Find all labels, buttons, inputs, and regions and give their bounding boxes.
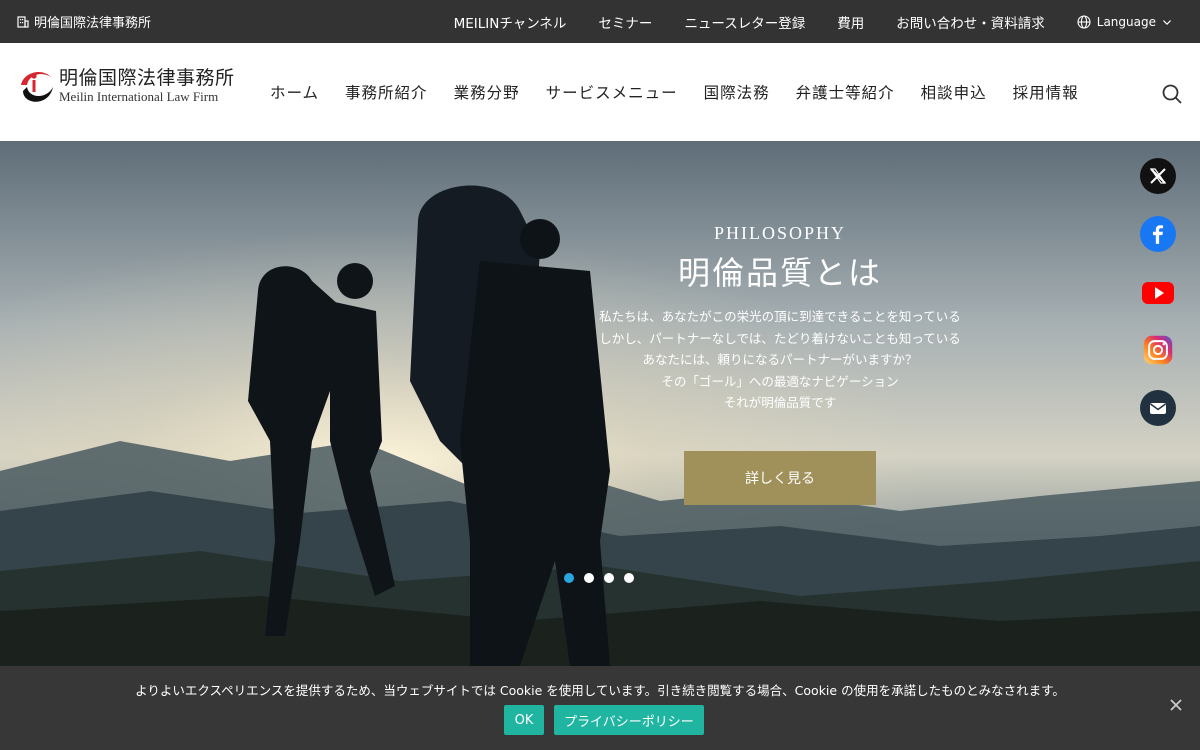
chevron-down-icon [1163,19,1171,25]
topbar-firm[interactable]: 明倫国際法律事務所 [17,12,151,31]
cookie-buttons: OK プライバシーポリシー [504,705,704,735]
language-label: Language [1096,14,1156,29]
logo-name-en: Meilin International Law Firm [59,89,219,104]
topbar-link-newsletter[interactable]: ニュースレター登録 [684,12,805,32]
globe-icon [1077,14,1091,29]
hero-body-line: その「ゴール」への最適なナビゲーション [661,373,899,389]
hero-title: 明倫品質とは [677,254,882,292]
hero-slider: PHILOSOPHY 明倫品質とは 私たちは、あなたがこの栄光の頂に到達できるこ… [0,141,1200,666]
privacy-policy-button[interactable]: プライバシーポリシー [554,705,704,735]
nav-item-international[interactable]: 国際法務 [704,81,770,103]
nav-item-consultation[interactable]: 相談申込 [921,81,987,103]
main-nav: ホーム 事務所紹介 業務分野 サービスメニュー 国際法務 弁護士等紹介 相談申込… [270,43,1105,141]
hero-eyebrow: PHILOSOPHY [713,223,847,243]
slider-dot[interactable] [624,573,634,583]
cookie-banner: よりよいエクスペリエンスを提供するため、当ウェブサイトでは Cookie を使用… [0,666,1200,750]
facebook-icon[interactable] [1140,216,1176,252]
cookie-message: よりよいエクスペリエンスを提供するため、当ウェブサイトでは Cookie を使用… [135,683,1065,698]
search-icon[interactable] [1161,83,1183,105]
youtube-icon[interactable] [1140,274,1176,310]
logo-name-jp: 明倫国際法律事務所 [59,67,235,89]
nav-item-practice-areas[interactable]: 業務分野 [454,81,520,103]
topbar-link-contact[interactable]: お問い合わせ・資料請求 [896,12,1045,32]
hero-more-button[interactable]: 詳しく見る [684,451,876,505]
cookie-ok-button[interactable]: OK [504,705,544,735]
building-icon [17,15,29,28]
hero-copy: PHILOSOPHY 明倫品質とは 私たちは、あなたがこの栄光の頂に到達できるこ… [560,223,1000,414]
site-header: 明倫国際法律事務所 Meilin International Law Firm … [0,43,1200,141]
site-logo[interactable]: 明倫国際法律事務所 Meilin International Law Firm [17,65,235,107]
topbar-links: MEILINチャンネル セミナー ニュースレター登録 費用 お問い合わせ・資料請… [422,0,1172,43]
top-utility-bar: 明倫国際法律事務所 MEILINチャンネル セミナー ニュースレター登録 費用 … [0,0,1200,43]
hero-body-line: しかし、パートナーなしでは、たどり着けないことも知っている [599,330,961,346]
nav-item-service-menu[interactable]: サービスメニュー [546,81,678,103]
x-icon[interactable] [1140,158,1176,194]
hero-body: 私たちは、あなたがこの栄光の頂に到達できることを知っている しかし、パートナーな… [560,306,1000,414]
topbar-firm-name: 明倫国際法律事務所 [34,16,152,31]
slider-dots [564,573,634,583]
slider-dot[interactable] [584,573,594,583]
topbar-link-fees[interactable]: 費用 [837,12,864,32]
nav-item-careers[interactable]: 採用情報 [1013,81,1079,103]
slider-dot[interactable] [564,573,574,583]
close-icon[interactable] [1169,698,1183,712]
logo-mark-icon [21,71,53,102]
social-links [1140,158,1176,426]
nav-item-home[interactable]: ホーム [270,81,319,103]
hero-body-line: 私たちは、あなたがこの栄光の頂に到達できることを知っている [599,309,961,324]
hero-body-line: それが明倫品質です [723,395,837,410]
language-selector[interactable]: Language [1077,15,1172,29]
nav-item-about[interactable]: 事務所紹介 [345,81,428,103]
slider-dot[interactable] [604,573,614,583]
topbar-link-channel[interactable]: MEILINチャンネル [454,12,567,32]
instagram-icon[interactable] [1140,332,1176,368]
mail-icon[interactable] [1140,390,1176,426]
nav-item-lawyers[interactable]: 弁護士等紹介 [796,81,895,103]
topbar-link-seminar[interactable]: セミナー [598,12,652,32]
hero-body-line: あなたには、頼りになるパートナーがいますか？ [642,352,918,367]
